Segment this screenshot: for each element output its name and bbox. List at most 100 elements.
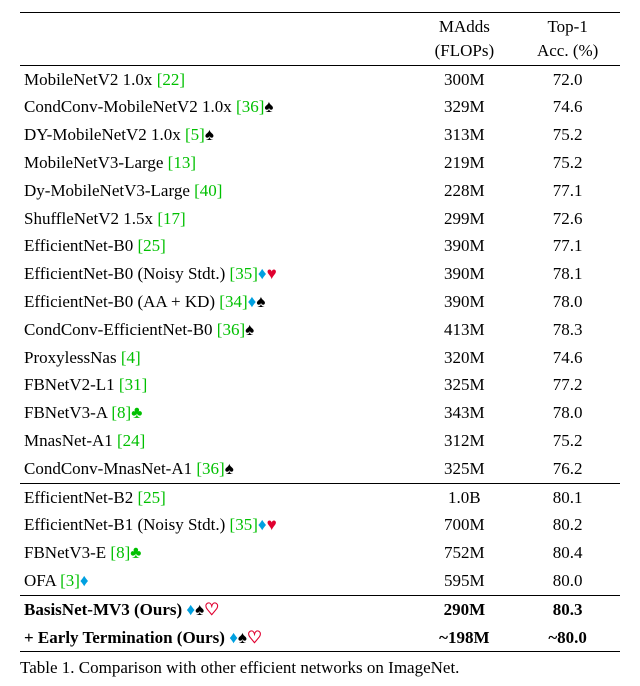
model-name-cell: DY-MobileNetV2 1.0x [5]♠ (20, 121, 413, 149)
heart-outline-icon: ♡ (204, 600, 219, 619)
spade-icon: ♠ (264, 97, 273, 116)
table-row: FBNetV2-L1 [31]325M77.2 (20, 371, 620, 399)
spade-icon: ♠ (238, 628, 247, 647)
diamond-icon: ♦ (186, 600, 195, 619)
citation: [4] (121, 348, 141, 367)
accuracy-cell: 80.4 (515, 539, 620, 567)
citation: [17] (157, 209, 185, 228)
heart-outline-icon: ♡ (247, 628, 262, 647)
madds-cell: 390M (413, 232, 515, 260)
heart-filled-icon: ♥ (267, 264, 277, 283)
model-name-cell: MobileNetV3-Large [13] (20, 149, 413, 177)
madds-cell: 700M (413, 511, 515, 539)
diamond-icon: ♦ (229, 628, 238, 647)
club-icon: ♣ (130, 543, 141, 562)
citation: [24] (117, 431, 145, 450)
model-name-cell: MobileNetV2 1.0x [22] (20, 66, 413, 94)
accuracy-cell: 78.1 (515, 260, 620, 288)
table-row: ProxylessNas [4]320M74.6 (20, 344, 620, 372)
table-row: FBNetV3-A [8]♣343M78.0 (20, 399, 620, 427)
spade-icon: ♠ (256, 292, 265, 311)
accuracy-cell: ~80.0 (515, 624, 620, 652)
accuracy-cell: 74.6 (515, 93, 620, 121)
table-row: + Early Termination (Ours) ♦♠♡~198M~80.0 (20, 624, 620, 652)
accuracy-cell: 77.1 (515, 232, 620, 260)
citation: [35] (230, 264, 258, 283)
spade-icon: ♠ (245, 320, 254, 339)
madds-cell: 219M (413, 149, 515, 177)
header-empty (20, 13, 413, 66)
model-name-cell: MnasNet-A1 [24] (20, 427, 413, 455)
madds-cell: 325M (413, 455, 515, 483)
header-acc: Top-1 Acc. (%) (515, 13, 620, 66)
accuracy-cell: 78.0 (515, 288, 620, 316)
citation: [13] (168, 153, 196, 172)
citation: [36] (236, 97, 264, 116)
table-row: DY-MobileNetV2 1.0x [5]♠313M75.2 (20, 121, 620, 149)
table-row: CondConv-EfficientNet-B0 [36]♠413M78.3 (20, 316, 620, 344)
model-name-cell: EfficientNet-B0 [25] (20, 232, 413, 260)
diamond-icon: ♦ (258, 264, 267, 283)
citation: [22] (157, 70, 185, 89)
model-name-cell: CondConv-MobileNetV2 1.0x [36]♠ (20, 93, 413, 121)
model-name-cell: EfficientNet-B1 (Noisy Stdt.) [35]♦♥ (20, 511, 413, 539)
madds-cell: 390M (413, 288, 515, 316)
model-name-cell: FBNetV3-E [8]♣ (20, 539, 413, 567)
model-name-cell: ProxylessNas [4] (20, 344, 413, 372)
model-name-cell: OFA [3]♦ (20, 567, 413, 595)
table-row: CondConv-MnasNet-A1 [36]♠325M76.2 (20, 455, 620, 483)
madds-cell: 290M (413, 596, 515, 624)
heart-filled-icon: ♥ (267, 515, 277, 534)
citation: [35] (230, 515, 258, 534)
madds-cell: 312M (413, 427, 515, 455)
accuracy-cell: 75.2 (515, 121, 620, 149)
table-row: EfficientNet-B0 (AA + KD) [34]♦♠390M78.0 (20, 288, 620, 316)
table-caption: Table 1. Comparison with other efficient… (20, 656, 620, 678)
spade-icon: ♠ (195, 600, 204, 619)
table-row: FBNetV3-E [8]♣752M80.4 (20, 539, 620, 567)
citation: [25] (137, 236, 165, 255)
model-name-cell: CondConv-EfficientNet-B0 [36]♠ (20, 316, 413, 344)
accuracy-cell: 80.2 (515, 511, 620, 539)
header-madds: MAdds (FLOPs) (413, 13, 515, 66)
citation: [34] (219, 292, 247, 311)
madds-cell: 390M (413, 260, 515, 288)
spade-icon: ♠ (225, 459, 234, 478)
accuracy-cell: 80.3 (515, 596, 620, 624)
model-name-cell: + Early Termination (Ours) ♦♠♡ (20, 624, 413, 652)
model-name-cell: EfficientNet-B2 [25] (20, 484, 413, 512)
citation: [8] (111, 403, 131, 422)
citation: [40] (194, 181, 222, 200)
madds-cell: 343M (413, 399, 515, 427)
accuracy-cell: 74.6 (515, 344, 620, 372)
madds-cell: 595M (413, 567, 515, 595)
table-row: Dy-MobileNetV3-Large [40]228M77.1 (20, 177, 620, 205)
madds-cell: 413M (413, 316, 515, 344)
madds-cell: 320M (413, 344, 515, 372)
model-name-cell: FBNetV3-A [8]♣ (20, 399, 413, 427)
model-name-cell: FBNetV2-L1 [31] (20, 371, 413, 399)
citation: [8] (110, 543, 130, 562)
accuracy-cell: 78.0 (515, 399, 620, 427)
table-row: EfficientNet-B0 (Noisy Stdt.) [35]♦♥390M… (20, 260, 620, 288)
accuracy-cell: 75.2 (515, 149, 620, 177)
accuracy-cell: 72.0 (515, 66, 620, 94)
accuracy-cell: 77.1 (515, 177, 620, 205)
madds-cell: ~198M (413, 624, 515, 652)
madds-cell: 300M (413, 66, 515, 94)
model-name-cell: Dy-MobileNetV3-Large [40] (20, 177, 413, 205)
table-row: ShuffleNetV2 1.5x [17]299M72.6 (20, 205, 620, 233)
accuracy-cell: 75.2 (515, 427, 620, 455)
model-name-cell: BasisNet-MV3 (Ours) ♦♠♡ (20, 596, 413, 624)
citation: [36] (217, 320, 245, 339)
accuracy-cell: 77.2 (515, 371, 620, 399)
spade-icon: ♠ (205, 125, 214, 144)
table-row: MobileNetV2 1.0x [22]300M72.0 (20, 66, 620, 94)
citation: [31] (119, 375, 147, 394)
table-row: MnasNet-A1 [24]312M75.2 (20, 427, 620, 455)
table-row: EfficientNet-B1 (Noisy Stdt.) [35]♦♥700M… (20, 511, 620, 539)
diamond-icon: ♦ (258, 515, 267, 534)
accuracy-cell: 80.0 (515, 567, 620, 595)
accuracy-cell: 72.6 (515, 205, 620, 233)
model-name-cell: EfficientNet-B0 (Noisy Stdt.) [35]♦♥ (20, 260, 413, 288)
